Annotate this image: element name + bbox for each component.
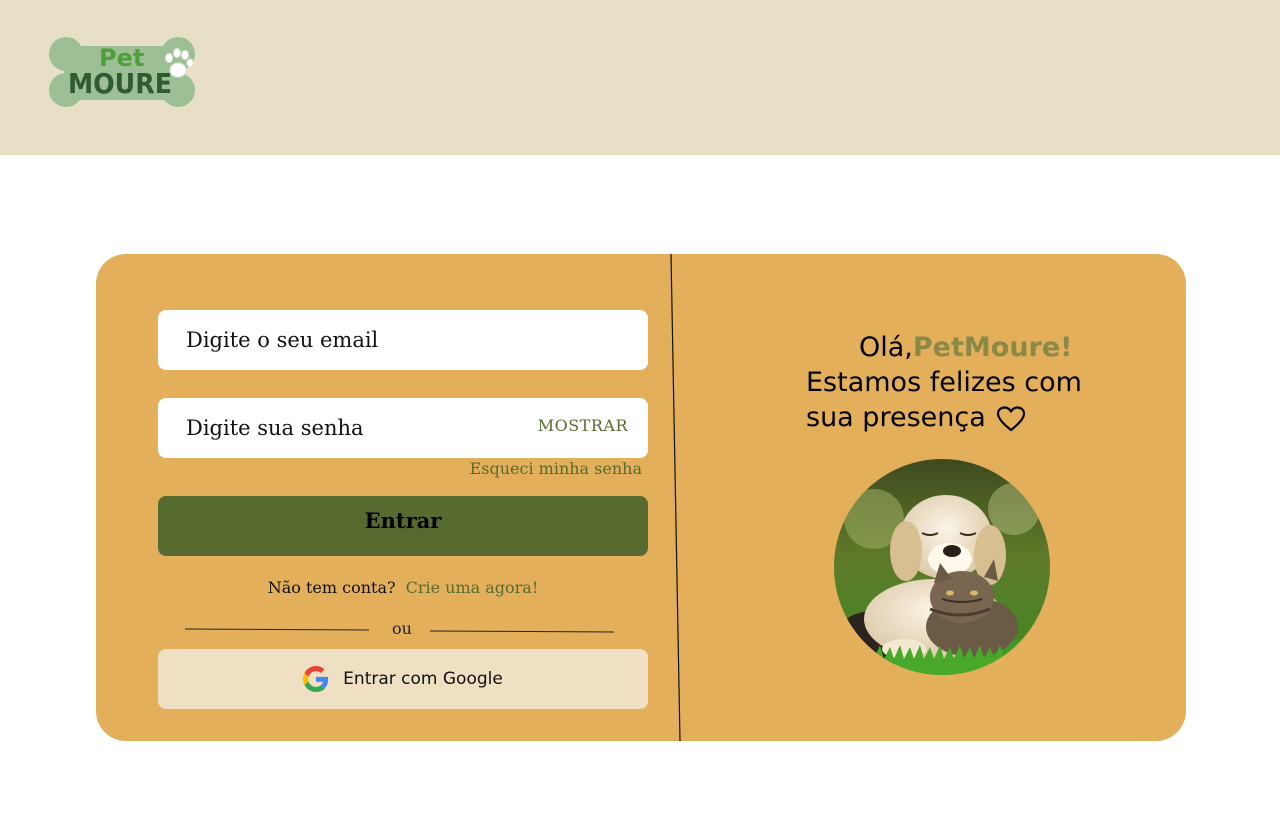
password-field: MOSTRAR (158, 398, 648, 458)
forgot-password-link[interactable]: Esqueci minha senha (466, 459, 642, 478)
welcome-brand-name: PetMoure! (912, 332, 1073, 363)
email-input[interactable] (158, 310, 648, 370)
email-field (158, 310, 648, 370)
heart-outline-icon (996, 405, 1025, 431)
petmoure-logo[interactable]: Pet MOURE (44, 36, 200, 110)
google-g-icon (303, 666, 329, 692)
signup-prompt: Não tem conta? Crie uma agora! (158, 578, 648, 597)
show-password-button[interactable]: MOSTRAR (538, 416, 628, 435)
site-header: Pet MOURE (0, 0, 1280, 155)
welcome-hello: Olá, (859, 332, 913, 363)
or-divider-left (184, 628, 370, 631)
login-submit-button[interactable]: Entrar (158, 496, 648, 556)
logo-text-moure: MOURE (68, 67, 172, 100)
welcome-line-2: Estamos felizes com (806, 367, 1082, 398)
bone-logo-graphic: Pet MOURE (49, 37, 195, 107)
welcome-message: Olá,PetMoure! Estamos felizes com sua pr… (806, 330, 1136, 435)
google-login-label: Entrar com Google (343, 669, 503, 689)
no-account-text: Não tem conta? (267, 578, 396, 597)
or-divider-text: ou (392, 619, 412, 638)
login-card: MOSTRAR Esqueci minha senha Entrar Não t… (96, 254, 1186, 741)
or-divider-right (429, 630, 615, 633)
welcome-line-3: sua presença (806, 402, 986, 433)
google-login-button[interactable]: Entrar com Google (158, 649, 648, 709)
dog-and-cat-photo (834, 459, 1050, 675)
signup-link[interactable]: Crie uma agora! (406, 578, 539, 597)
